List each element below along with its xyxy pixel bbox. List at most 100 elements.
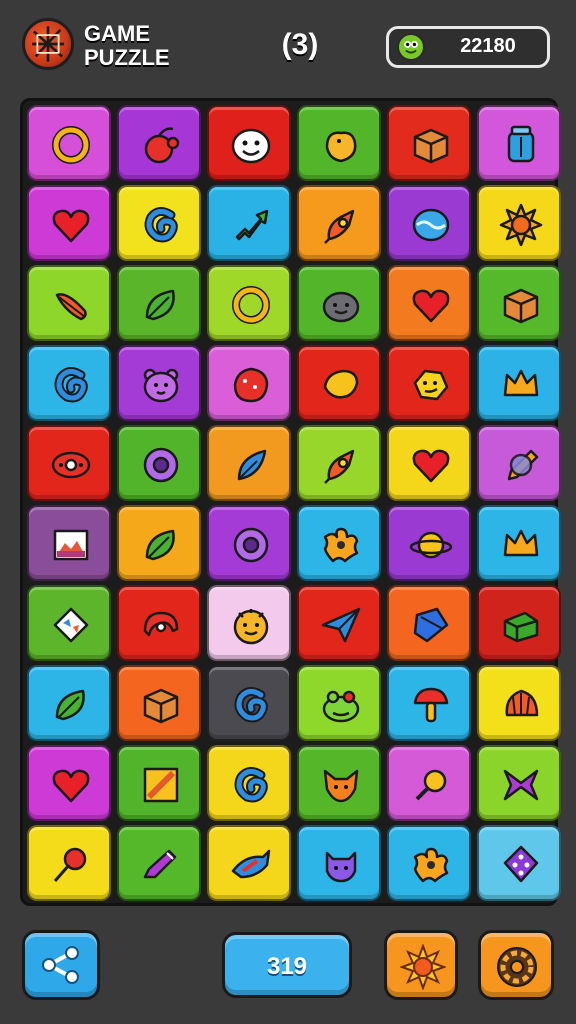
puzzle-tile[interactable] [477,265,561,341]
puzzle-tile[interactable] [117,665,201,741]
puzzle-tile[interactable] [207,745,291,821]
blob-face-icon [322,291,360,323]
puzzle-tile[interactable] [117,265,201,341]
puzzle-tile[interactable] [297,105,381,181]
puzzle-tile[interactable] [387,585,471,661]
picture-icon [53,529,89,561]
puzzle-tile[interactable] [207,425,291,501]
feather-icon [55,293,87,321]
key-icon [415,769,447,801]
puzzle-tile[interactable] [117,345,201,421]
game-logo-icon [22,18,74,70]
puzzle-tile[interactable] [297,585,381,661]
puzzle-tile[interactable] [207,185,291,261]
puzzle-tile[interactable] [207,585,291,661]
duck-icon [325,131,357,163]
jar-icon [507,125,535,163]
paper-plane-icon [321,607,361,643]
puzzle-tile[interactable] [207,105,291,181]
puzzle-tile[interactable] [387,425,471,501]
pencil-icon [143,767,179,803]
puzzle-tile[interactable] [27,745,111,821]
puzzle-tile[interactable] [297,825,381,901]
puzzle-tile[interactable] [477,825,561,901]
puzzle-tile[interactable] [297,745,381,821]
puzzle-tile[interactable] [117,425,201,501]
puzzle-tile[interactable] [27,825,111,901]
box-icon [413,607,449,643]
top-bar: GAME PUZZLE (3) 22180 [0,0,576,92]
puzzle-tile[interactable] [387,345,471,421]
puzzle-tile[interactable] [117,585,201,661]
score-display: 22180 [386,26,550,68]
kite-icon [53,607,89,643]
puzzle-tile[interactable] [27,585,111,661]
puzzle-tile[interactable] [387,745,471,821]
heart-icon [412,289,450,323]
puzzle-tile[interactable] [27,505,111,581]
puzzle-tile[interactable] [207,265,291,341]
puzzle-tile[interactable] [477,505,561,581]
donut-icon [233,527,269,563]
donut-booster-button[interactable] [478,930,554,1000]
puzzle-tile[interactable] [387,825,471,901]
swirl-icon [54,367,88,403]
frog-avatar-icon [397,33,425,61]
puzzle-tile[interactable] [207,825,291,901]
puzzle-tile[interactable] [207,665,291,741]
puzzle-tile[interactable] [477,105,561,181]
puzzle-tile[interactable] [297,185,381,261]
fish-icon [231,849,271,879]
pen-icon [507,449,539,481]
sun-booster-button[interactable] [384,930,458,1000]
helmet-icon [143,611,179,637]
puzzle-tile[interactable] [27,185,111,261]
puzzle-tile[interactable] [117,505,201,581]
crayon-icon [143,849,177,879]
eye-icon [51,451,91,479]
puzzle-tile[interactable] [477,345,561,421]
heart-icon [52,209,90,243]
puzzle-tile[interactable] [387,265,471,341]
puzzle-tile[interactable] [27,105,111,181]
puzzle-tile[interactable] [387,505,471,581]
puzzle-tile[interactable] [297,505,381,581]
swirl-icon [144,207,178,243]
puzzle-tile[interactable] [297,265,381,341]
wave-icon [412,208,450,242]
bow-icon [503,769,539,801]
dice-icon [503,845,539,883]
puzzle-tile[interactable] [117,825,201,901]
puzzle-tile[interactable] [387,185,471,261]
puzzle-tile[interactable] [117,745,201,821]
puzzle-tile[interactable] [387,105,471,181]
puzzle-tile[interactable] [477,745,561,821]
crate-icon [503,288,539,324]
frog-face-icon [322,690,360,723]
puzzle-tile[interactable] [477,585,561,661]
puzzle-tile[interactable] [387,665,471,741]
ring-icon [232,286,270,324]
puzzle-tile[interactable] [477,185,561,261]
puzzle-tile[interactable] [27,425,111,501]
planet-icon [409,531,453,559]
puzzle-tile[interactable] [477,665,561,741]
puzzle-tile[interactable] [207,345,291,421]
puzzle-tile[interactable] [297,665,381,741]
puzzle-tile[interactable] [27,265,111,341]
puzzle-tile[interactable] [477,425,561,501]
moves-counter-button[interactable]: 319 [222,932,352,998]
cat-face-icon [325,851,357,883]
puzzle-tile[interactable] [207,505,291,581]
puzzle-tile[interactable] [27,665,111,741]
puzzle-tile[interactable] [297,345,381,421]
cube-icon [503,611,539,643]
puzzle-tile[interactable] [117,185,201,261]
fox-face-icon [323,769,359,803]
smiley-icon [231,128,271,164]
puzzle-tile[interactable] [27,345,111,421]
heart-icon [412,449,450,483]
puzzle-tile[interactable] [117,105,201,181]
puzzle-tile[interactable] [297,425,381,501]
share-button[interactable] [22,930,100,1000]
